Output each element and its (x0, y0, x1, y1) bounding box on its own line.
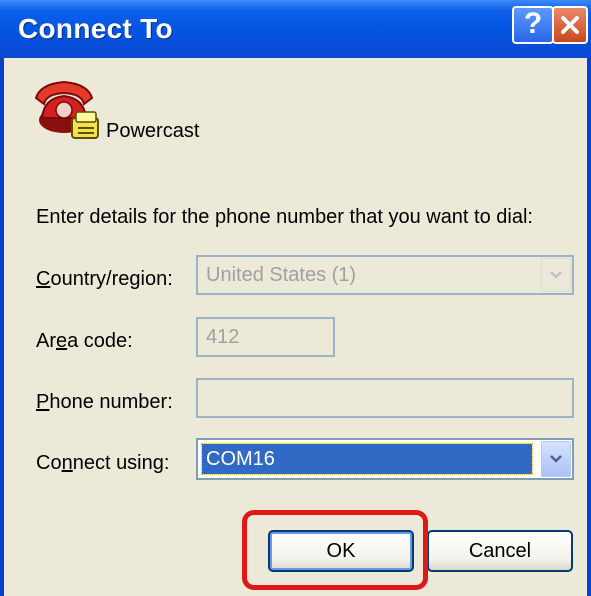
close-icon (561, 16, 579, 34)
phone-number-input[interactable] (196, 378, 574, 418)
instructions-text: Enter details for the phone number that … (36, 206, 533, 228)
country-dropdown-button[interactable] (541, 258, 571, 292)
close-button[interactable] (552, 6, 588, 44)
connect-dropdown-button[interactable] (541, 441, 571, 477)
connect-using-value: COM16 (206, 448, 275, 470)
phone-number-label: Phone number: (36, 391, 173, 413)
cancel-button[interactable]: Cancel (427, 530, 573, 572)
country-region-select[interactable]: United States (1) (196, 255, 574, 295)
area-code-input[interactable]: 412 (196, 317, 335, 357)
country-region-label: Country/region: (36, 268, 173, 290)
phone-connection-icon (34, 78, 106, 144)
ok-highlight-annotation (242, 510, 428, 590)
area-code-value: 412 (206, 326, 240, 348)
help-icon: ? (523, 7, 543, 40)
help-button[interactable]: ? (512, 6, 554, 44)
window-title: Connect To (18, 13, 173, 44)
area-code-label: Area code: (36, 330, 133, 352)
dialog-window: Connect To ? Powercast Enter details for… (0, 0, 591, 596)
chevron-down-icon (550, 271, 562, 279)
connect-using-select[interactable]: COM16 (196, 438, 574, 480)
connect-using-label: Connect using: (36, 452, 170, 474)
title-bar[interactable]: Connect To ? (0, 0, 591, 58)
chevron-down-icon (550, 455, 562, 463)
country-region-value: United States (1) (206, 264, 357, 286)
connection-name: Powercast (106, 120, 200, 142)
